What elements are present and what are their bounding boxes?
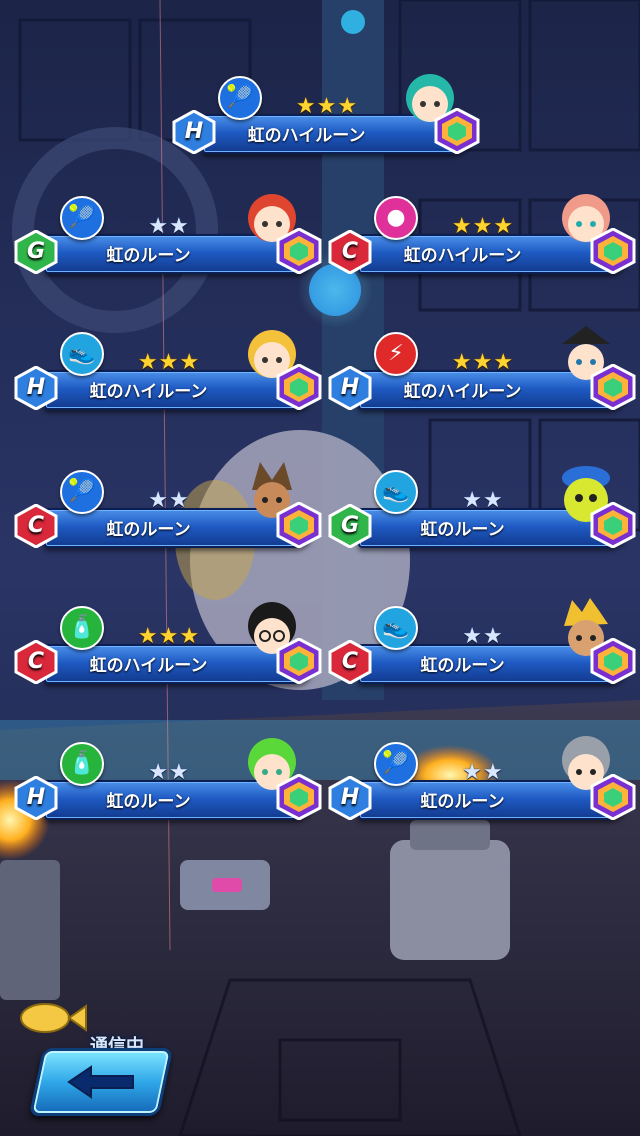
shoe-icon: 👟 (60, 332, 104, 376)
reward-item[interactable]: 虹のハイルーン C ● ★★★ (328, 176, 638, 286)
reward-item[interactable]: 虹のルーン C 👟 ★★ (328, 586, 638, 696)
reward-item[interactable]: 虹のルーン G 👟 ★★ (328, 450, 638, 560)
rainbow-rune-icon (434, 108, 480, 154)
back-button[interactable] (28, 1048, 174, 1116)
reward-name: 虹のルーン (420, 520, 505, 540)
smash-icon: ⚡ (374, 332, 418, 376)
shoe-icon: 👟 (374, 470, 418, 514)
rank-badge: G (328, 504, 372, 548)
rainbow-rune-icon (276, 502, 322, 548)
rainbow-rune-icon (276, 364, 322, 410)
reward-item[interactable]: 虹のハイルーン H 🎾 ★★★ (172, 56, 482, 166)
star-rating: ★★ (462, 488, 504, 513)
reward-name: 虹のルーン (420, 792, 505, 812)
reward-item[interactable]: 虹のルーン G 🎾 ★★ (14, 176, 324, 286)
racket-icon: 🎾 (218, 76, 262, 120)
rank-badge: C (328, 640, 372, 684)
rainbow-rune-icon (590, 228, 636, 274)
reward-item[interactable]: 虹のハイルーン H ⚡ ★★★ (328, 312, 638, 422)
reward-name: 虹のハイルーン (403, 382, 522, 402)
rank-badge: H (328, 776, 372, 820)
rank-badge: G (14, 230, 58, 274)
reward-name: 虹のハイルーン (247, 126, 366, 146)
back-arrow-icon (67, 1065, 134, 1099)
reward-item[interactable]: 虹のハイルーン H 👟 ★★★ (14, 312, 324, 422)
reward-name: 虹のハイルーン (89, 382, 208, 402)
star-rating: ★★ (148, 488, 190, 513)
star-rating: ★★ (462, 760, 504, 785)
star-rating: ★★ (462, 624, 504, 649)
racket-icon: 🎾 (374, 742, 418, 786)
rank-badge: C (14, 504, 58, 548)
reward-name: 虹のハイルーン (89, 656, 208, 676)
star-rating: ★★★ (137, 624, 201, 649)
star-rating: ★★★ (451, 214, 515, 239)
rainbow-rune-icon (276, 638, 322, 684)
rank-badge: H (172, 110, 216, 154)
rank-badge: H (14, 366, 58, 410)
rank-badge: H (14, 776, 58, 820)
rainbow-rune-icon (276, 774, 322, 820)
ball-icon: ● (374, 196, 418, 240)
reward-item[interactable]: 虹のルーン C 🎾 ★★ (14, 450, 324, 560)
reward-item[interactable]: 虹のルーン H 🎾 ★★ (328, 722, 638, 832)
game-background (0, 0, 640, 1136)
rainbow-rune-icon (276, 228, 322, 274)
star-rating: ★★★ (295, 94, 359, 119)
rainbow-rune-icon (590, 638, 636, 684)
reward-name: 虹のルーン (420, 656, 505, 676)
rainbow-rune-icon (590, 774, 636, 820)
star-rating: ★★ (148, 760, 190, 785)
bottle-icon: 🧴 (60, 606, 104, 650)
reward-name: 虹のハイルーン (403, 246, 522, 266)
rank-badge: C (14, 640, 58, 684)
star-rating: ★★★ (137, 350, 201, 375)
star-rating: ★★ (148, 214, 190, 239)
rainbow-rune-icon (590, 502, 636, 548)
racket-icon: 🎾 (60, 196, 104, 240)
reward-name: 虹のルーン (106, 792, 191, 812)
star-rating: ★★★ (451, 350, 515, 375)
rainbow-rune-icon (590, 364, 636, 410)
rank-badge: H (328, 366, 372, 410)
reward-name: 虹のルーン (106, 520, 191, 540)
bottle-icon: 🧴 (60, 742, 104, 786)
reward-item[interactable]: 虹のルーン H 🧴 ★★ (14, 722, 324, 832)
reward-name: 虹のルーン (106, 246, 191, 266)
racket-icon: 🎾 (60, 470, 104, 514)
rank-badge: C (328, 230, 372, 274)
reward-item[interactable]: 虹のハイルーン C 🧴 ★★★ (14, 586, 324, 696)
shoe-icon: 👟 (374, 606, 418, 650)
